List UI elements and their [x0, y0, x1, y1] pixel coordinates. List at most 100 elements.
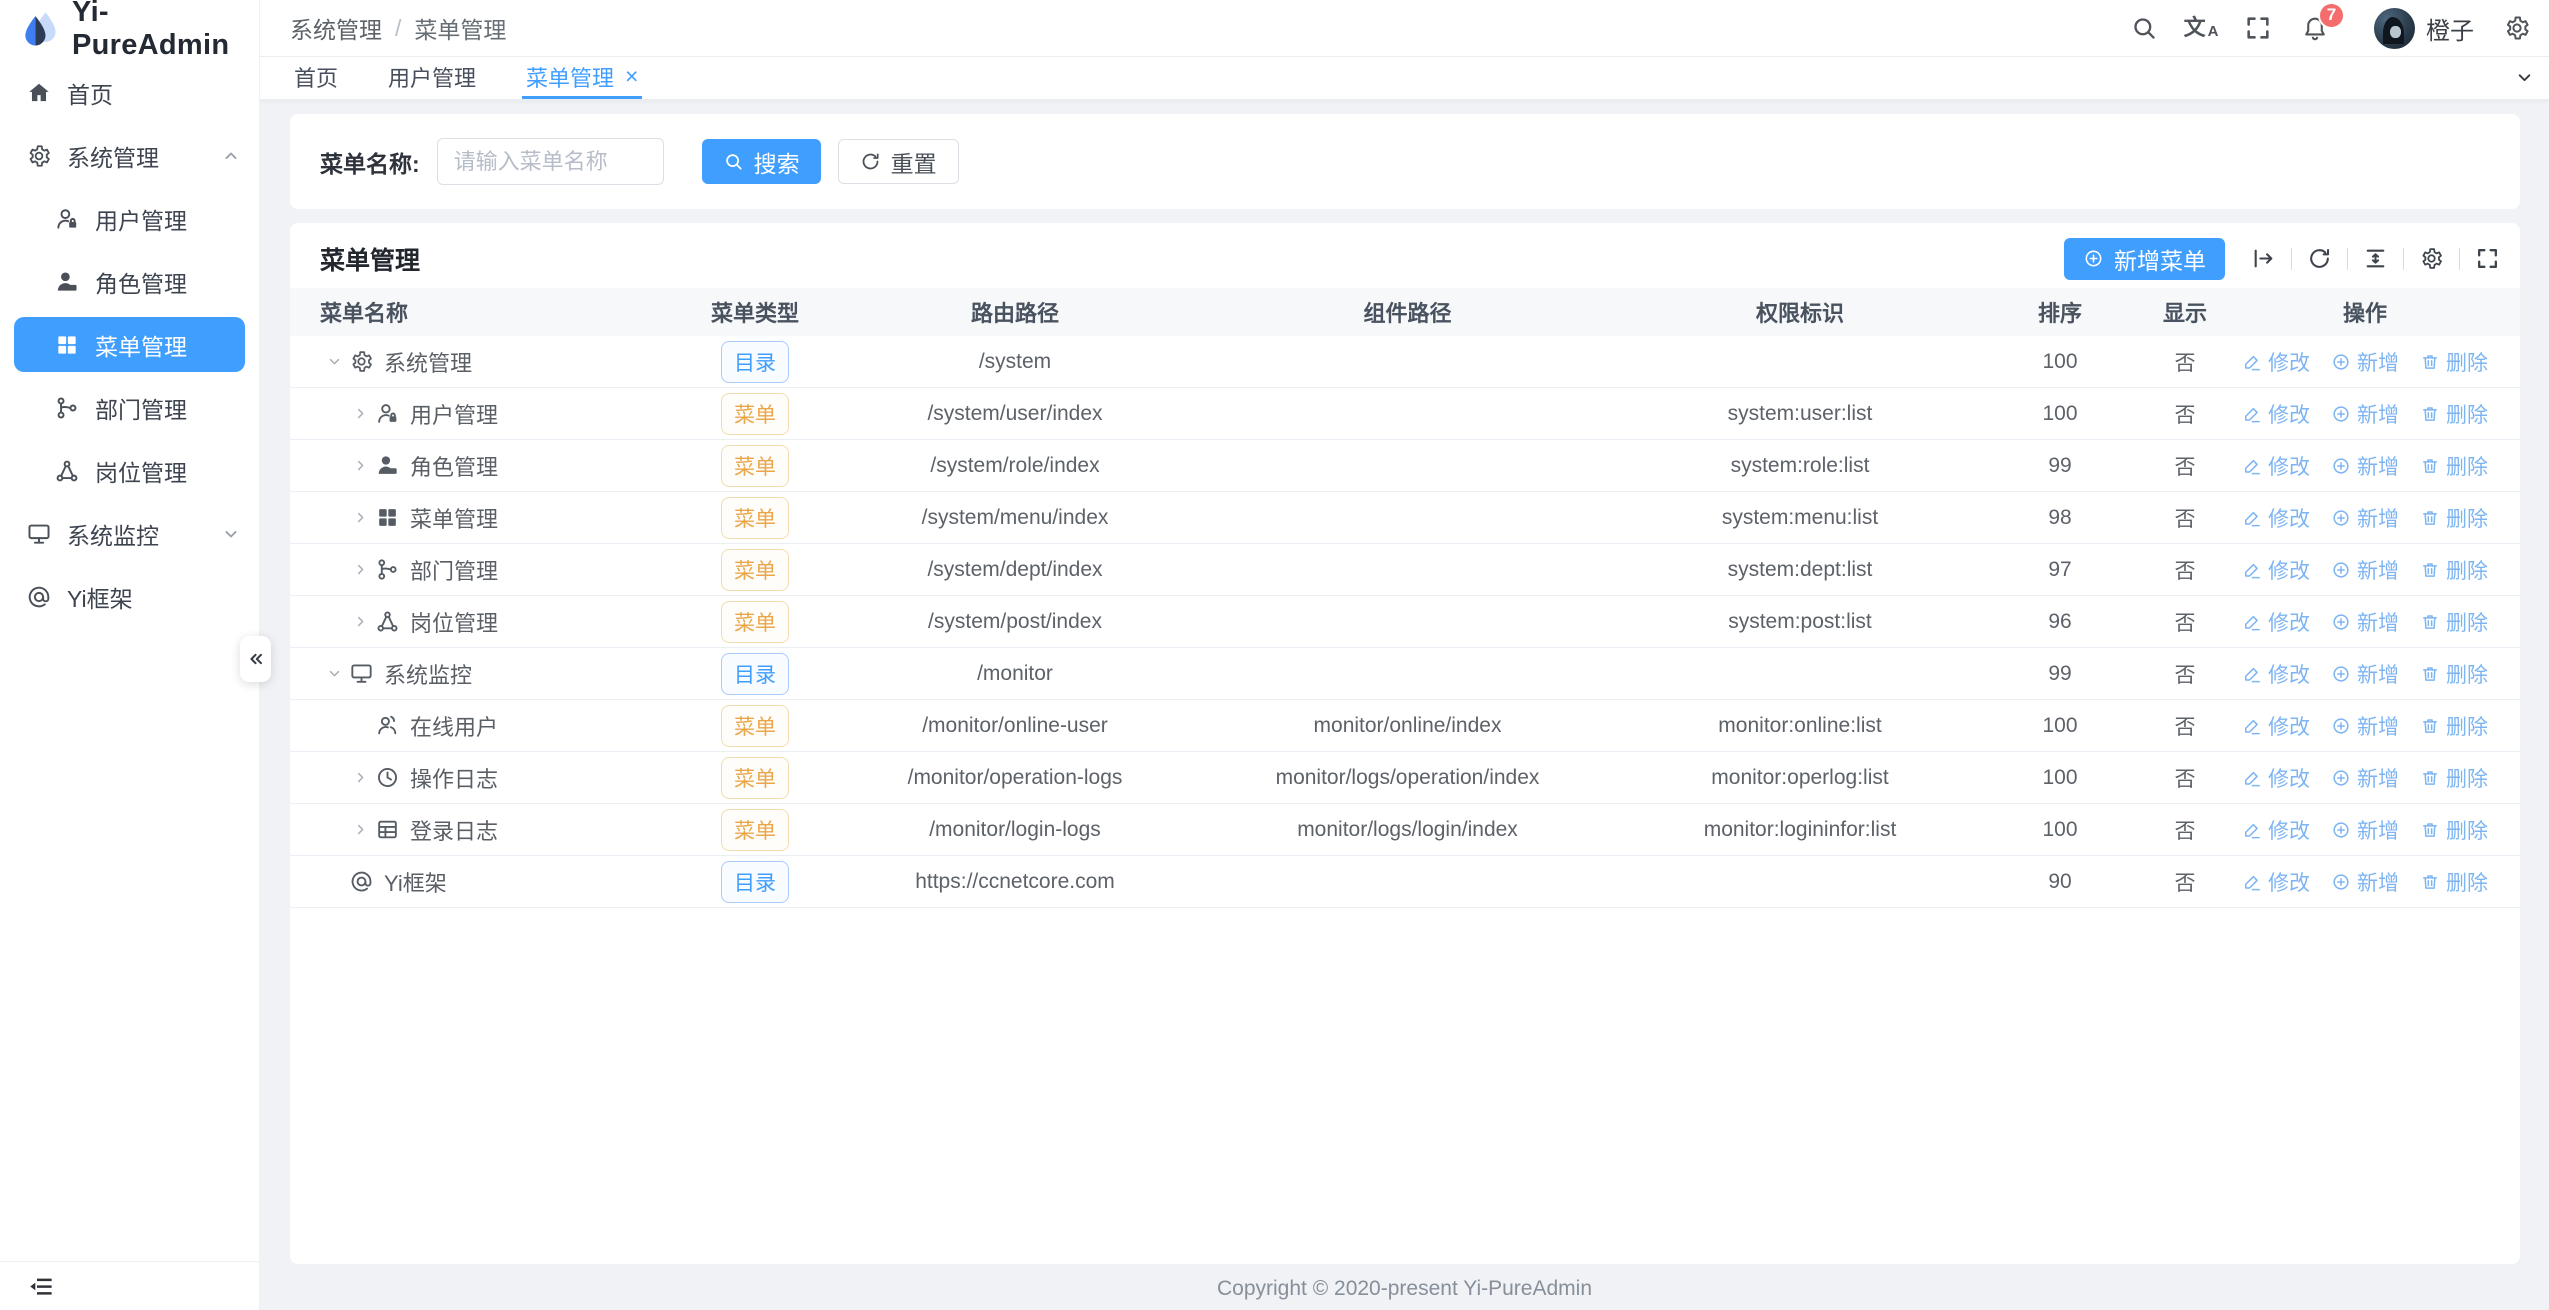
column-settings-icon[interactable]: [2419, 246, 2444, 271]
sidebar-item-posts[interactable]: 岗位管理: [0, 439, 259, 502]
edit-link[interactable]: 修改: [2242, 867, 2310, 897]
avatar: [2374, 8, 2415, 49]
tree-toggle-icon[interactable]: [320, 348, 348, 376]
tree-toggle-icon[interactable]: [346, 816, 374, 844]
add-link[interactable]: 新增: [2331, 711, 2399, 741]
tab-users[interactable]: 用户管理: [384, 57, 480, 99]
delete-link[interactable]: 删除: [2420, 503, 2488, 533]
menu-fold-icon[interactable]: [28, 1273, 55, 1300]
search-icon[interactable]: [2130, 14, 2158, 42]
delete-link[interactable]: 删除: [2420, 555, 2488, 585]
add-link[interactable]: 新增: [2331, 399, 2399, 429]
edit-link[interactable]: 修改: [2242, 607, 2310, 637]
add-link[interactable]: 新增: [2331, 867, 2399, 897]
edit-link[interactable]: 修改: [2242, 503, 2310, 533]
type-tag: 菜单: [721, 549, 789, 591]
add-link[interactable]: 新增: [2331, 451, 2399, 481]
tree-toggle-icon[interactable]: [346, 764, 374, 792]
delete-link[interactable]: 删除: [2420, 867, 2488, 897]
close-icon[interactable]: ×: [625, 65, 638, 88]
table-row[interactable]: 在线用户 菜单 /monitor/online-user monitor/onl…: [290, 700, 2520, 752]
translate-icon[interactable]: 文A: [2187, 14, 2215, 42]
menu-name-cell: 登录日志: [290, 814, 655, 846]
add-link[interactable]: 新增: [2331, 607, 2399, 637]
sidebar-item-system[interactable]: 系统管理: [0, 124, 259, 187]
actions-cell: 修改 新增 删除: [2210, 659, 2520, 689]
table-row[interactable]: 角色管理 菜单 /system/role/index system:role:l…: [290, 440, 2520, 492]
edit-link[interactable]: 修改: [2242, 763, 2310, 793]
edit-link[interactable]: 修改: [2242, 347, 2310, 377]
table-row[interactable]: 部门管理 菜单 /system/dept/index system:dept:l…: [290, 544, 2520, 596]
sidebar-item-monitor[interactable]: 系统监控: [0, 502, 259, 565]
visible-cell: 否: [2160, 555, 2210, 585]
edit-link[interactable]: 修改: [2242, 659, 2310, 689]
edit-link[interactable]: 修改: [2242, 815, 2310, 845]
sidebar-item-roles[interactable]: 角色管理: [0, 250, 259, 313]
tree-toggle-icon[interactable]: [346, 504, 374, 532]
sidebar-item-depts[interactable]: 部门管理: [0, 376, 259, 439]
table-row[interactable]: 系统监控 目录 /monitor 99 否 修改: [290, 648, 2520, 700]
table-row[interactable]: 菜单管理 菜单 /system/menu/index system:menu:l…: [290, 492, 2520, 544]
edit-link[interactable]: 修改: [2242, 555, 2310, 585]
app-logo[interactable]: Yi-PureAdmin: [0, 0, 259, 57]
delete-link[interactable]: 删除: [2420, 815, 2488, 845]
add-link-label: 新增: [2357, 711, 2399, 741]
tabs-more-button[interactable]: [2499, 57, 2549, 97]
delete-link[interactable]: 删除: [2420, 659, 2488, 689]
menu-type-cell: 菜单: [655, 705, 855, 747]
at-icon: [26, 584, 52, 610]
add-link[interactable]: 新增: [2331, 347, 2399, 377]
sidebar-item-users[interactable]: 用户管理: [0, 187, 259, 250]
delete-link[interactable]: 删除: [2420, 763, 2488, 793]
add-link[interactable]: 新增: [2331, 555, 2399, 585]
delete-link[interactable]: 删除: [2420, 607, 2488, 637]
table-row[interactable]: 系统管理 目录 /system 100 否 修改: [290, 336, 2520, 388]
sidebar-collapse-button[interactable]: [240, 636, 271, 682]
settings-gear-icon[interactable]: [2503, 14, 2531, 42]
sidebar-item-home[interactable]: 首页: [0, 61, 259, 124]
tree-toggle-icon[interactable]: [346, 608, 374, 636]
delete-link[interactable]: 删除: [2420, 399, 2488, 429]
delete-link[interactable]: 删除: [2420, 711, 2488, 741]
row-height-icon[interactable]: [2363, 246, 2388, 271]
edit-link[interactable]: 修改: [2242, 399, 2310, 429]
edit-link[interactable]: 修改: [2242, 711, 2310, 741]
plus-circle-icon: [2331, 352, 2351, 372]
tab-menus[interactable]: 菜单管理 ×: [522, 57, 642, 99]
reset-button[interactable]: 重置: [838, 139, 959, 184]
sidebar-item-label: 角色管理: [95, 265, 187, 299]
edit-link[interactable]: 修改: [2242, 451, 2310, 481]
table-row[interactable]: 用户管理 菜单 /system/user/index system:user:l…: [290, 388, 2520, 440]
breadcrumb-separator: /: [395, 15, 401, 42]
tree-toggle-icon[interactable]: [346, 556, 374, 584]
add-link[interactable]: 新增: [2331, 763, 2399, 793]
table-fullscreen-icon[interactable]: [2475, 246, 2500, 271]
tree-toggle-icon[interactable]: [346, 452, 374, 480]
breadcrumb-item[interactable]: 系统管理: [290, 11, 382, 45]
user-menu[interactable]: 橙子: [2374, 8, 2474, 49]
search-button[interactable]: 搜索: [702, 139, 821, 184]
add-menu-button[interactable]: 新增菜单: [2064, 238, 2225, 280]
expand-toggle-icon[interactable]: [2251, 246, 2276, 271]
table-row[interactable]: 操作日志 菜单 /monitor/operation-logs monitor/…: [290, 752, 2520, 804]
sidebar-item-yi-framework[interactable]: Yi框架: [0, 565, 259, 628]
table-row[interactable]: 登录日志 菜单 /monitor/login-logs monitor/logs…: [290, 804, 2520, 856]
menu-name-input[interactable]: [437, 138, 664, 185]
table-row[interactable]: 岗位管理 菜单 /system/post/index system:post:l…: [290, 596, 2520, 648]
sidebar-item-menus[interactable]: 菜单管理: [14, 317, 245, 372]
table-row[interactable]: Yi框架 目录 https://ccnetcore.com 90 否: [290, 856, 2520, 908]
add-link[interactable]: 新增: [2331, 503, 2399, 533]
tree-toggle-icon[interactable]: [320, 660, 348, 688]
tree-toggle-icon[interactable]: [346, 712, 374, 740]
tree-toggle-icon[interactable]: [346, 400, 374, 428]
refresh-icon[interactable]: [2307, 246, 2332, 271]
delete-link[interactable]: 删除: [2420, 451, 2488, 481]
fullscreen-icon[interactable]: [2244, 14, 2272, 42]
add-link[interactable]: 新增: [2331, 659, 2399, 689]
type-tag: 菜单: [721, 757, 789, 799]
card-header: 菜单管理 新增菜单: [290, 223, 2520, 288]
tree-toggle-icon[interactable]: [320, 868, 348, 896]
tab-home[interactable]: 首页: [290, 57, 342, 99]
delete-link[interactable]: 删除: [2420, 347, 2488, 377]
add-link[interactable]: 新增: [2331, 815, 2399, 845]
